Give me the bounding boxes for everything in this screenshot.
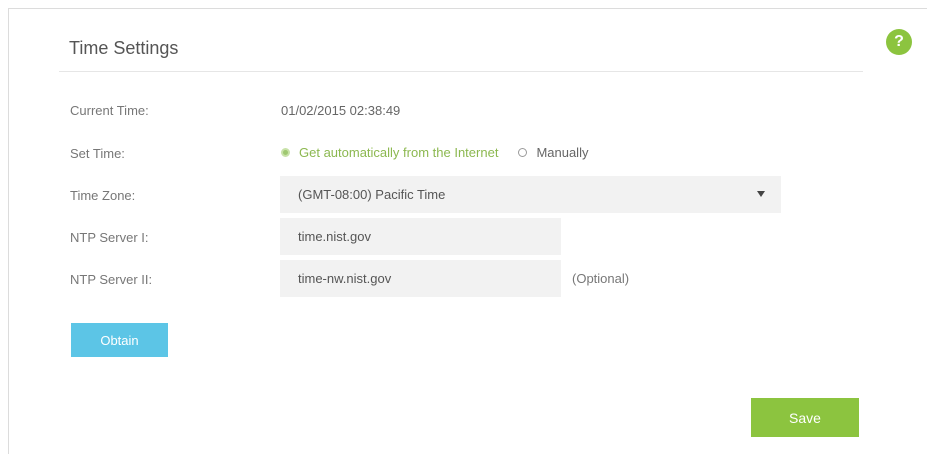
ntp-server-2-input[interactable] (280, 260, 561, 297)
ntp-server-1-input[interactable] (280, 218, 561, 255)
ntp-server-2-label: NTP Server II: (70, 272, 153, 287)
obtain-button[interactable]: Obtain (71, 323, 168, 357)
radio-auto-label: Get automatically from the Internet (299, 145, 499, 160)
chevron-down-icon (757, 191, 765, 197)
radio-checked-icon (281, 148, 290, 157)
save-button[interactable]: Save (751, 398, 859, 437)
current-time-label: Current Time: (70, 103, 149, 118)
time-zone-select[interactable]: (GMT-08:00) Pacific Time (280, 176, 781, 213)
page-title: Time Settings (69, 38, 179, 58)
radio-manually-label: Manually (536, 145, 589, 160)
radio-unchecked-icon (518, 148, 528, 157)
optional-note: (Optional) (572, 271, 630, 286)
radio-manually[interactable]: Manually (518, 145, 588, 160)
ntp-server-1-label: NTP Server I: (70, 230, 149, 245)
current-time-value: 01/02/2015 02:38:49 (281, 103, 401, 118)
set-time-radio-group: Get automatically from the Internet Manu… (281, 145, 588, 160)
set-time-label: Set Time: (70, 146, 125, 161)
help-icon[interactable]: ? (886, 29, 912, 55)
title-divider (59, 71, 863, 72)
radio-auto-internet[interactable]: Get automatically from the Internet (281, 145, 498, 160)
time-zone-label: Time Zone: (70, 188, 136, 203)
time-zone-value: (GMT-08:00) Pacific Time (298, 187, 446, 202)
question-icon: ? (894, 33, 904, 50)
